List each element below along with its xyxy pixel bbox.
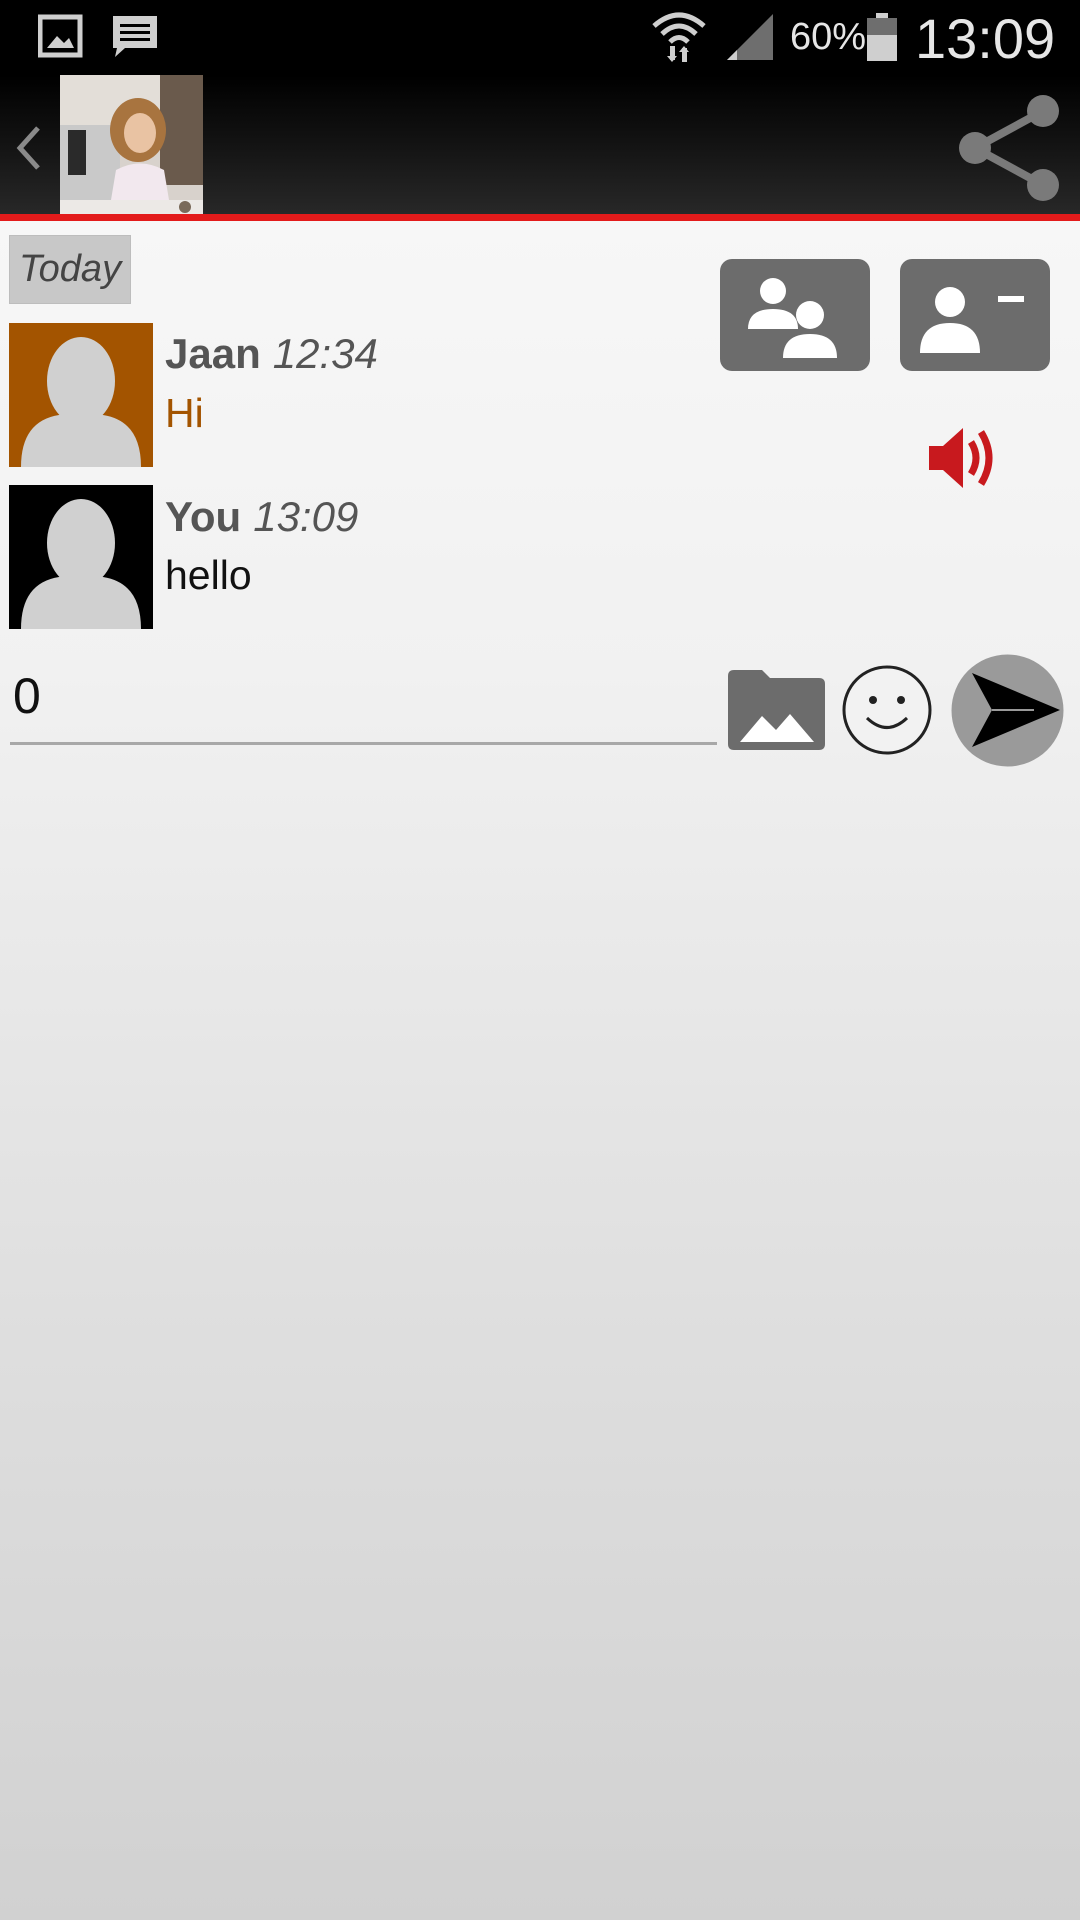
battery-percent: 60% <box>790 16 867 58</box>
remove-contact-button[interactable] <box>900 259 1050 371</box>
group-chat-icon <box>748 278 837 358</box>
gallery-notification-icon <box>37 14 83 64</box>
message-input[interactable] <box>10 650 717 745</box>
send-button[interactable] <box>950 653 1065 768</box>
message-text: Hi <box>165 390 204 436</box>
battery-icon <box>866 13 898 66</box>
share-button[interactable] <box>955 93 1065 203</box>
default-avatar-icon <box>21 499 141 629</box>
avatar[interactable] <box>9 485 153 629</box>
contact-photo[interactable] <box>60 75 203 218</box>
emoji-icon <box>842 665 932 755</box>
speaker-button[interactable] <box>925 420 1005 496</box>
avatar[interactable] <box>9 323 153 467</box>
gallery-button[interactable] <box>728 670 825 750</box>
wifi-icon <box>650 8 708 69</box>
message-text: hello <box>165 552 252 598</box>
gallery-icon <box>728 670 825 750</box>
sender-name: Jaan <box>165 330 261 377</box>
group-chat-button[interactable] <box>720 259 870 371</box>
speaker-icon <box>929 428 993 488</box>
header-accent-line <box>0 214 1080 221</box>
action-bar <box>0 75 1080 221</box>
message-header: Jaan 12:34 <box>165 330 378 378</box>
back-arrow-icon <box>16 126 40 170</box>
send-icon <box>951 654 1064 767</box>
message-header: You 13:09 <box>165 493 358 541</box>
signal-icon <box>725 12 775 67</box>
message-time: 12:34 <box>272 330 378 377</box>
message-time: 13:09 <box>253 493 359 540</box>
sender-name: You <box>165 493 242 540</box>
default-avatar-icon <box>21 337 141 467</box>
status-clock: 13:09 <box>915 7 1056 70</box>
status-bar: 60% 13:09 <box>0 0 1080 75</box>
emoji-button[interactable] <box>840 663 934 757</box>
remove-contact-icon <box>920 287 1024 353</box>
back-button[interactable] <box>12 120 46 176</box>
message-notification-icon <box>111 14 159 64</box>
share-icon <box>959 95 1059 201</box>
date-divider: Today <box>9 235 131 304</box>
